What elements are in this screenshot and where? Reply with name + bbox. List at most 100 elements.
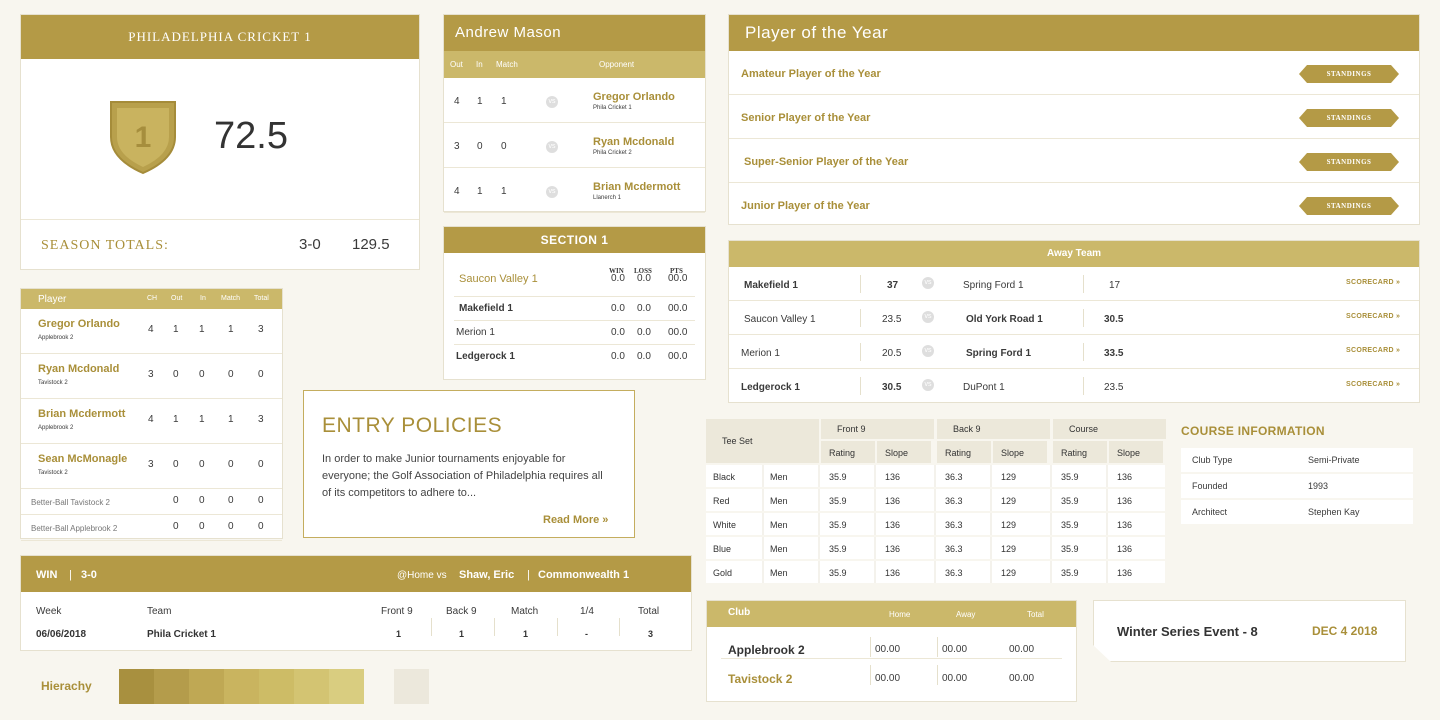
match-row[interactable]: 4 1 1 vs Gregor Orlando Phila Cricket 1 (444, 78, 705, 123)
tee-value: 129 (1001, 496, 1016, 506)
player-row[interactable]: Sean McMonagle Tavistock 2 3 0 0 0 0 (21, 444, 282, 489)
tee-value: 35.9 (1061, 472, 1079, 482)
match-banner: WIN | 3-0 @Home vs Shaw, Eric | Commonwe… (21, 556, 691, 592)
player-row[interactable]: Brian Mcdermott Applebrook 2 4 1 1 1 3 (21, 399, 282, 444)
match-value: 0 (501, 141, 507, 152)
standings-button[interactable]: STANDINGS (1299, 65, 1399, 83)
away-team[interactable]: DuPont 1 (963, 382, 1005, 393)
tee-value: 35.9 (1061, 544, 1079, 554)
section-header: WIN LOSS PTS (444, 253, 705, 275)
scorecard-link[interactable]: SCORECARD » (1346, 381, 1400, 388)
in-value: 1 (477, 186, 483, 197)
match-value: 1 (459, 629, 465, 639)
player-name[interactable]: Ryan Mcdonald (38, 363, 119, 375)
away-team[interactable]: Old York Road 1 (966, 314, 1043, 325)
match-value: Phila Cricket 1 (147, 629, 216, 640)
section-club[interactable]: Ledgerock 1 (456, 351, 515, 362)
section-row[interactable]: Makefield 1 0.0 0.0 00.0 (454, 297, 695, 321)
vs-icon: vs (546, 96, 558, 108)
tee-gender: Men (770, 520, 788, 530)
match-value: - (585, 629, 588, 639)
home-team[interactable]: Merion 1 (741, 348, 780, 359)
match-club[interactable]: Commonwealth 1 (538, 569, 629, 581)
tee-value: 35.9 (1061, 520, 1079, 530)
match-opponent[interactable]: Shaw, Eric (459, 569, 514, 581)
away-row[interactable]: Merion 1 20.5 vs Spring Ford 1 33.5 SCORECARD… (729, 335, 1419, 369)
match-row[interactable]: 4 1 1 vs Brian Mcdermott Llanerch 1 (444, 168, 705, 213)
away-team[interactable]: Spring Ford 1 (963, 280, 1024, 291)
club-score-value: 00.00 (1009, 673, 1035, 684)
standings-button[interactable]: STANDINGS (1299, 109, 1399, 127)
club-score-value: 00.00 (942, 644, 968, 655)
player-name[interactable]: Gregor Orlando (38, 318, 120, 330)
away-team-card: Away Team Makefield 1 37 vs Spring Ford 1 17… (728, 240, 1420, 403)
course-info-key: Architect (1192, 507, 1228, 517)
home-team[interactable]: Ledgerock 1 (741, 382, 800, 393)
player-stat: 1 (173, 414, 179, 425)
season-record: 3-0 (299, 236, 321, 253)
tee-color: White (713, 520, 736, 530)
club-name[interactable]: Tavistock 2 (728, 672, 792, 686)
section-club[interactable]: Saucon Valley 1 (459, 273, 538, 285)
course-info-row: Founded 1993 (1181, 474, 1413, 498)
match-value: 1 (501, 186, 507, 197)
section-stat: 00.0 (668, 351, 688, 362)
away-row[interactable]: Ledgerock 1 30.5 vs DuPont 1 23.5 SCORECARD » (729, 369, 1419, 403)
read-more-link[interactable]: Read More » (543, 514, 608, 526)
player-match-card: Andrew Mason Out In Match Opponent 4 1 1 vs… (443, 14, 706, 213)
better-ball-stat: 0 (228, 495, 234, 506)
better-ball-row: Better-Ball Applebrook 2 0 0 0 0 (21, 515, 282, 541)
poy-row: Super-Senior Player of the Year STANDINGS (729, 139, 1419, 183)
match-value: 06/06/2018 (36, 629, 87, 640)
vs-icon: vs (922, 345, 934, 357)
event-card[interactable]: Winter Series Event - 8 DEC 4 2018 (1093, 600, 1406, 662)
sub-header: Slope (885, 448, 908, 458)
club-score-row[interactable]: Tavistock 2 00.00 00.00 00.00 (721, 659, 1062, 691)
player-name[interactable]: Brian Mcdermott (38, 408, 125, 420)
section-row[interactable]: Ledgerock 1 0.0 0.0 00.0 (454, 345, 695, 369)
scorecard-link[interactable]: SCORECARD » (1346, 347, 1400, 354)
away-team[interactable]: Spring Ford 1 (966, 348, 1031, 359)
home-team[interactable]: Makefield 1 (744, 280, 798, 291)
player-stat: 0 (199, 369, 205, 380)
tee-value: 136 (885, 520, 900, 530)
section-club[interactable]: Makefield 1 (459, 303, 513, 314)
opponent-name[interactable]: Gregor Orlando (593, 91, 675, 103)
player-row[interactable]: Gregor Orlando Applebrook 2 4 1 1 1 3 (21, 309, 282, 354)
section-row[interactable]: Merion 1 0.0 0.0 00.0 (454, 321, 695, 345)
better-ball-stat: 0 (199, 495, 205, 506)
player-row[interactable]: Ryan Mcdonald Tavistock 2 3 0 0 0 0 (21, 354, 282, 399)
match-header: Front 9 (381, 606, 413, 617)
standings-button[interactable]: STANDINGS (1299, 197, 1399, 215)
poy-row: Junior Player of the Year STANDINGS (729, 183, 1419, 227)
opponent-name[interactable]: Ryan Mcdonald (593, 136, 674, 148)
standings-button[interactable]: STANDINGS (1299, 153, 1399, 171)
course-info-value: Semi-Private (1308, 455, 1360, 465)
club-score-row[interactable]: Applebrook 2 00.00 00.00 00.00 (721, 627, 1062, 659)
section-club[interactable]: Merion 1 (456, 327, 495, 338)
opponent-name[interactable]: Brian Mcdermott (593, 181, 680, 193)
match-header: 1/4 (580, 606, 594, 617)
scorecard-link[interactable]: SCORECARD » (1346, 313, 1400, 320)
tee-color: Blue (713, 544, 731, 554)
club-scores-card: Club Home Away Total Applebrook 2 00.00 00… (706, 600, 1077, 702)
away-row[interactable]: Saucon Valley 1 23.5 vs Old York Road 1 30.5… (729, 301, 1419, 335)
club-name[interactable]: Applebrook 2 (728, 643, 805, 657)
header-ch: CH (147, 295, 158, 302)
match-row[interactable]: 3 0 0 vs Ryan Mcdonald Phila Cricket 2 (444, 123, 705, 168)
away-score: 30.5 (1104, 314, 1124, 325)
better-ball-stat: 0 (173, 495, 179, 506)
section-row[interactable]: Saucon Valley 1 0.0 0.0 00.0 (454, 273, 695, 297)
tee-value: 35.9 (829, 520, 847, 530)
match-header: Back 9 (446, 606, 477, 617)
club-title: PHILADELPHIA CRICKET 1 (21, 15, 419, 59)
player-club: Tavistock 2 (38, 380, 68, 386)
tee-value: 35.9 (1061, 496, 1079, 506)
tee-color: Red (713, 496, 730, 506)
section-title: SECTION 1 (444, 227, 705, 253)
match-value: 1 (501, 96, 507, 107)
scorecard-link[interactable]: SCORECARD » (1346, 279, 1400, 286)
player-name[interactable]: Sean McMonagle (38, 453, 127, 465)
home-team[interactable]: Saucon Valley 1 (744, 314, 816, 325)
away-row[interactable]: Makefield 1 37 vs Spring Ford 1 17 SCORECARD … (729, 267, 1419, 301)
